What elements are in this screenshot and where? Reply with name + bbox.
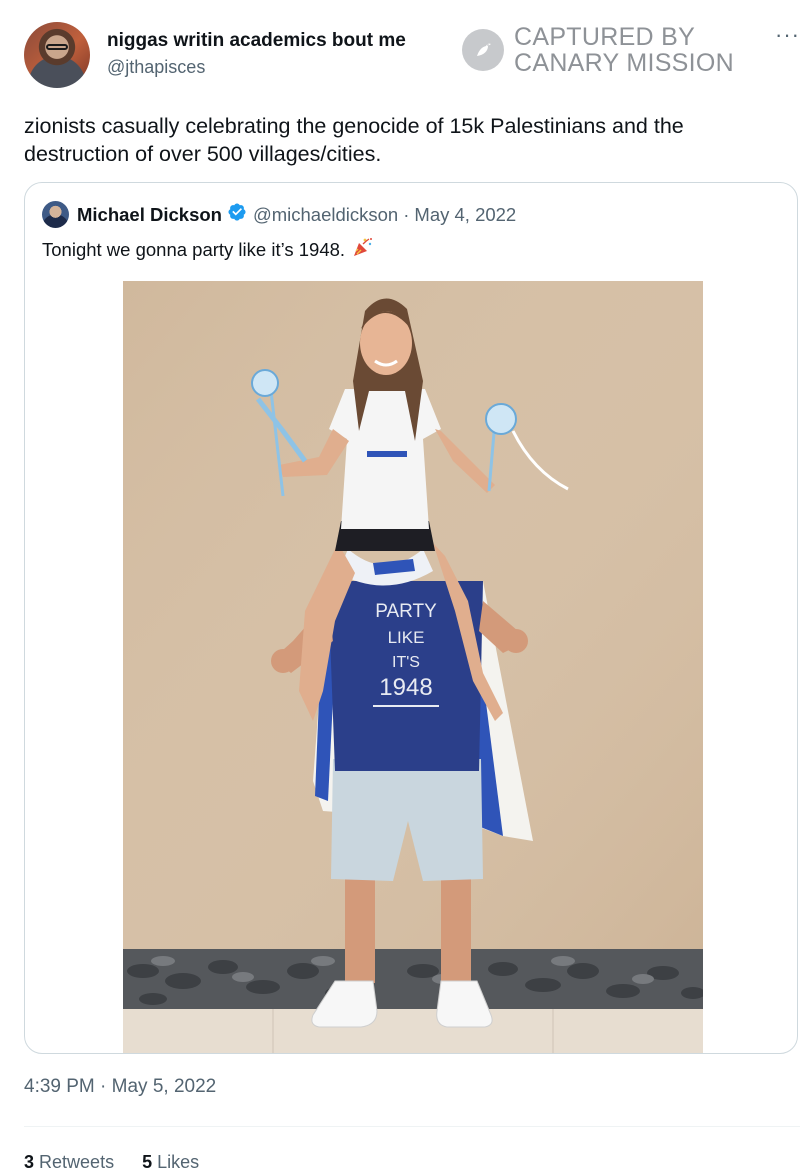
tweet-stats: 3 Retweets 5 Likes xyxy=(24,1152,199,1173)
quoted-author-name[interactable]: Michael Dickson xyxy=(77,204,222,226)
photo-illustration: PARTY LIKE IT'S 1948 xyxy=(123,281,703,1053)
shirt-text-line-4: 1948 xyxy=(379,674,432,701)
quoted-tweet-card[interactable]: Michael Dickson @michaeldickson · May 4,… xyxy=(24,182,798,1054)
stats-divider xyxy=(24,1126,800,1127)
quoted-date[interactable]: May 4, 2022 xyxy=(414,204,516,226)
likes-stat[interactable]: 5 Likes xyxy=(142,1152,199,1173)
quoted-tweet-header: Michael Dickson @michaeldickson · May 4,… xyxy=(42,201,516,228)
shirt-text-line-3: IT'S xyxy=(392,654,420,671)
retweets-count: 3 xyxy=(24,1152,35,1172)
quoted-tweet-text: Tonight we gonna party like it’s 1948. xyxy=(42,238,346,260)
quoted-separator: · xyxy=(403,203,410,225)
watermark-text: CAPTURED BY CANARY MISSION xyxy=(514,24,734,76)
retweets-label: Retweets xyxy=(39,1152,115,1172)
canary-mission-watermark: CAPTURED BY CANARY MISSION xyxy=(462,24,734,76)
quoted-tweet-text-row: Tonight we gonna party like it’s 1948. xyxy=(42,235,375,264)
verified-badge-icon xyxy=(227,202,247,227)
author-avatar[interactable] xyxy=(24,22,90,88)
likes-count: 5 xyxy=(142,1152,153,1172)
retweets-stat[interactable]: 3 Retweets xyxy=(24,1152,114,1173)
watermark-line-2: CANARY MISSION xyxy=(514,49,734,77)
quoted-author-handle[interactable]: @michaeldickson xyxy=(253,204,398,226)
shirt-text-line-1: PARTY xyxy=(375,601,437,622)
quoted-author-avatar[interactable] xyxy=(42,201,69,228)
tweet-text: zionists casually celebrating the genoci… xyxy=(24,114,684,166)
party-popper-icon xyxy=(351,235,375,264)
quoted-tweet-photo[interactable]: PARTY LIKE IT'S 1948 xyxy=(123,281,703,1053)
likes-label: Likes xyxy=(157,1152,200,1172)
author-handle[interactable]: @jthapisces xyxy=(107,57,205,78)
author-name[interactable]: niggas writin academics bout me xyxy=(107,30,406,52)
shirt-text-line-2: LIKE xyxy=(388,628,425,647)
watermark-line-1: CAPTURED BY xyxy=(514,23,696,51)
canary-bird-icon xyxy=(462,29,504,71)
tweet-timestamp[interactable]: 4:39 PM · May 5, 2022 xyxy=(24,1076,216,1098)
avatar-glasses xyxy=(46,44,68,50)
more-dots-icon[interactable]: ··· xyxy=(775,24,800,46)
